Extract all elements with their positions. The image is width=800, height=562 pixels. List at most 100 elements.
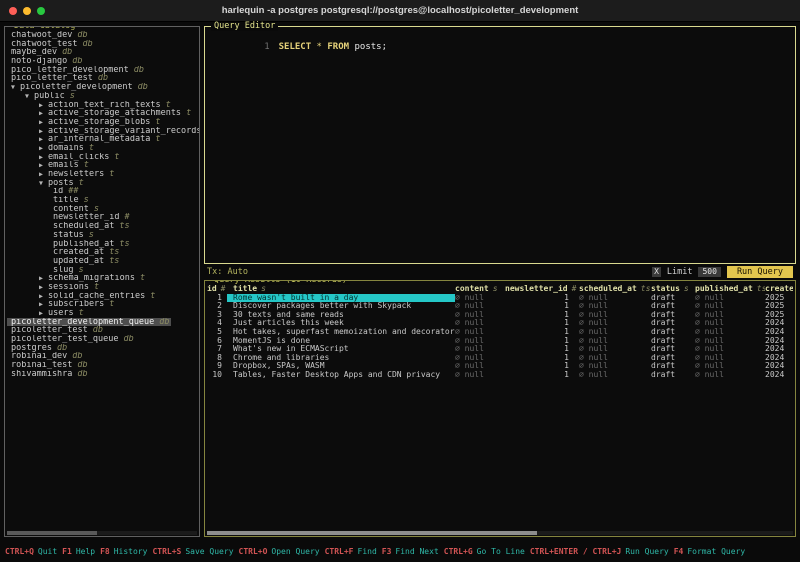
catalog-tree-item[interactable]: robinai_devdb (7, 352, 199, 361)
keybinding-go-to-line[interactable]: CTRL+GGo To Line (444, 547, 525, 556)
cell-newsletter_id[interactable]: 1 (505, 328, 579, 337)
expand-arrow-icon[interactable]: ▶ (39, 170, 48, 179)
cell-status[interactable]: draft (651, 302, 695, 311)
catalog-tree-item[interactable]: ▶email_clickst (7, 153, 199, 162)
expand-arrow-icon[interactable]: ▶ (39, 153, 48, 162)
cell-scheduled_at[interactable]: ∅ null (579, 345, 651, 354)
cell-published_at[interactable]: ∅ null (695, 371, 765, 380)
cell-id[interactable]: 5 (207, 328, 227, 337)
catalog-tree-item[interactable]: ▶emailst (7, 161, 199, 170)
cell-id[interactable]: 6 (207, 337, 227, 346)
catalog-tree-item[interactable]: shivammishradb (7, 370, 199, 379)
cell-title[interactable]: Tables, Faster Desktop Apps and CDN priv… (227, 371, 455, 380)
cell-content[interactable]: ∅ null (455, 345, 505, 354)
collapse-arrow-icon[interactable]: ▼ (39, 179, 48, 188)
collapse-arrow-icon[interactable]: ▼ (25, 92, 34, 101)
cell-published_at[interactable]: ∅ null (695, 354, 765, 363)
catalog-tree-item[interactable]: slugs (7, 266, 199, 275)
result-row[interactable]: 5Hot takes, superfast memoization and de… (207, 328, 793, 337)
catalog-tree-item[interactable]: picoletter_test_queuedb (7, 335, 199, 344)
collapse-arrow-icon[interactable]: ▼ (11, 83, 20, 92)
expand-arrow-icon[interactable]: ▶ (39, 274, 48, 283)
keybinding-open-query[interactable]: CTRL+OOpen Query (239, 547, 320, 556)
catalog-tree-item[interactable]: maybe_devdb (7, 48, 199, 57)
catalog-tree-item[interactable]: chatwoot_devdb (7, 31, 199, 40)
column-header-status[interactable]: statuss (651, 285, 695, 294)
result-row[interactable]: 10Tables, Faster Desktop Apps and CDN pr… (207, 371, 793, 380)
results-hscrollbar-thumb[interactable] (207, 531, 537, 535)
keybinding-find[interactable]: CTRL+FFind (325, 547, 377, 556)
cell-created_at[interactable]: 2024 (765, 319, 793, 328)
catalog-tree-item[interactable]: picoletter_testdb (7, 326, 199, 335)
catalog-tree-item[interactable]: ▼picoletter_developmentdb (7, 83, 199, 92)
cell-published_at[interactable]: ∅ null (695, 311, 765, 320)
cell-newsletter_id[interactable]: 1 (505, 362, 579, 371)
expand-arrow-icon[interactable]: ▶ (39, 135, 48, 144)
cell-scheduled_at[interactable]: ∅ null (579, 294, 651, 303)
cell-status[interactable]: draft (651, 311, 695, 320)
column-header-published_at[interactable]: published_atts (695, 285, 765, 294)
cell-scheduled_at[interactable]: ∅ null (579, 337, 651, 346)
cell-newsletter_id[interactable]: 1 (505, 354, 579, 363)
expand-arrow-icon[interactable]: ▶ (39, 118, 48, 127)
cell-title[interactable]: Dropbox, SPAs, WASM (227, 362, 455, 371)
cell-created_at[interactable]: 2025 (765, 294, 793, 303)
catalog-tree-item[interactable]: noto-djangodb (7, 57, 199, 66)
column-header-content[interactable]: contents (455, 285, 505, 294)
limit-checkbox[interactable]: X (652, 267, 661, 277)
catalog-tree-item[interactable]: ▶newsletterst (7, 170, 199, 179)
result-row[interactable]: 7What's new in ECMAScript∅ null1∅ nulldr… (207, 345, 793, 354)
cell-newsletter_id[interactable]: 1 (505, 294, 579, 303)
cell-title[interactable]: Hot takes, superfast memoization and dec… (227, 328, 455, 337)
catalog-tree-item[interactable]: picoletter_development_queuedb (7, 318, 171, 327)
cell-scheduled_at[interactable]: ∅ null (579, 319, 651, 328)
cell-scheduled_at[interactable]: ∅ null (579, 302, 651, 311)
catalog-tree-item[interactable]: postgresdb (7, 344, 199, 353)
zoom-button[interactable] (37, 7, 45, 15)
cell-newsletter_id[interactable]: 1 (505, 371, 579, 380)
minimize-button[interactable] (23, 7, 31, 15)
expand-arrow-icon[interactable]: ▶ (39, 161, 48, 170)
catalog-tree-item[interactable]: ▶ar_internal_metadatat (7, 135, 199, 144)
close-button[interactable] (9, 7, 17, 15)
catalog-tree-item[interactable]: ▶sessionst (7, 283, 199, 292)
cell-id[interactable]: 8 (207, 354, 227, 363)
cell-status[interactable]: draft (651, 294, 695, 303)
cell-published_at[interactable]: ∅ null (695, 294, 765, 303)
keybinding-run-query[interactable]: CTRL+ENTER / CTRL+JRun Query (530, 547, 669, 556)
catalog-tree-item[interactable]: ▶userst (7, 309, 199, 318)
catalog-tree-item[interactable]: titles (7, 196, 199, 205)
cell-content[interactable]: ∅ null (455, 302, 505, 311)
catalog-tree-item[interactable]: pico_letter_developmentdb (7, 66, 199, 75)
keybinding-format-query[interactable]: F4Format Query (674, 547, 745, 556)
cell-scheduled_at[interactable]: ∅ null (579, 328, 651, 337)
cell-published_at[interactable]: ∅ null (695, 319, 765, 328)
cell-newsletter_id[interactable]: 1 (505, 302, 579, 311)
catalog-tree-item[interactable]: ▼publics (7, 92, 199, 101)
keybinding-help[interactable]: F1Help (62, 547, 95, 556)
keybinding-quit[interactable]: CTRL+QQuit (5, 547, 57, 556)
column-header-scheduled_at[interactable]: scheduled_atts (579, 285, 651, 294)
cell-published_at[interactable]: ∅ null (695, 328, 765, 337)
cell-title[interactable]: 30 texts and same reads (227, 311, 455, 320)
cell-title[interactable]: Discover packages better with Skypack (227, 302, 455, 311)
cell-created_at[interactable]: 2024 (765, 354, 793, 363)
catalog-tree-item[interactable]: ▶schema_migrationst (7, 274, 199, 283)
catalog-tree-item[interactable]: id## (7, 187, 199, 196)
cell-content[interactable]: ∅ null (455, 362, 505, 371)
catalog-tree-item[interactable]: ▶active_storage_attachmentst (7, 109, 199, 118)
catalog-tree-item[interactable]: robinai_testdb (7, 361, 199, 370)
cell-created_at[interactable]: 2025 (765, 311, 793, 320)
cell-id[interactable]: 3 (207, 311, 227, 320)
catalog-tree-item[interactable]: pico_letter_testdb (7, 74, 199, 83)
transaction-mode-toggle[interactable]: Tx: Auto (207, 267, 248, 277)
expand-arrow-icon[interactable]: ▶ (39, 101, 48, 110)
catalog-tree-item[interactable]: statuss (7, 231, 199, 240)
cell-status[interactable]: draft (651, 371, 695, 380)
keybinding-history[interactable]: F8History (100, 547, 147, 556)
cell-status[interactable]: draft (651, 354, 695, 363)
catalog-tree-item[interactable]: scheduled_atts (7, 222, 199, 231)
sql-editor-input[interactable]: 1SELECT * FROM posts; (205, 27, 795, 62)
catalog-hscrollbar-thumb[interactable] (7, 531, 97, 535)
cell-id[interactable]: 10 (207, 371, 227, 380)
